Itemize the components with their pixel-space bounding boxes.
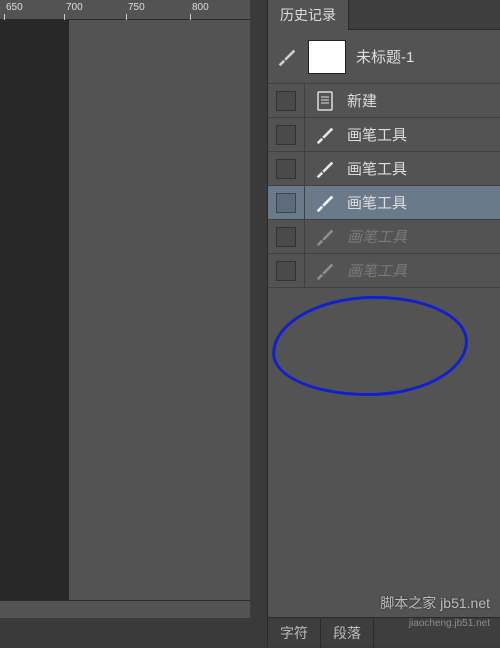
ruler-tick-label: 700 [66, 2, 83, 13]
snapshot-checkbox[interactable] [276, 91, 296, 111]
panel-header: 历史记录 [268, 0, 500, 30]
history-item[interactable]: 画笔工具 [268, 220, 500, 254]
tab-history[interactable]: 历史记录 [268, 0, 349, 30]
snapshot-checkbox[interactable] [276, 193, 296, 213]
history-item-label: 画笔工具 [347, 158, 407, 179]
divider [304, 118, 305, 152]
history-item-label: 画笔工具 [347, 226, 407, 247]
divider [304, 186, 305, 220]
tab-label: 历史记录 [280, 7, 336, 23]
scrollbar-horizontal[interactable] [0, 600, 250, 618]
history-item-label: 新建 [347, 90, 377, 111]
canvas-document[interactable] [0, 20, 68, 600]
brush-icon [313, 191, 337, 215]
brush-icon [313, 123, 337, 147]
history-item-label: 画笔工具 [347, 260, 407, 281]
history-item[interactable]: 画笔工具 [268, 152, 500, 186]
snapshot-checkbox[interactable] [276, 159, 296, 179]
annotation-circle [270, 293, 469, 400]
snapshot-checkbox[interactable] [276, 261, 296, 281]
brush-icon [313, 225, 337, 249]
source-thumbnail [308, 40, 346, 74]
ruler-tick-label: 800 [192, 2, 209, 13]
tab-label: 字符 [280, 625, 308, 641]
divider [304, 220, 305, 254]
history-item-label: 画笔工具 [347, 124, 407, 145]
history-list: 新建 画笔工具 画笔工具 画笔工具 [268, 84, 500, 288]
source-label: 未标题-1 [356, 46, 414, 67]
tab-paragraph[interactable]: 段落 [321, 618, 374, 648]
brush-icon [313, 157, 337, 181]
history-item-label: 画笔工具 [347, 192, 407, 213]
canvas-pasteboard [68, 20, 250, 647]
canvas-area: 650 700 750 800 [0, 0, 250, 647]
history-item[interactable]: 画笔工具 [268, 186, 500, 220]
tab-label: 段落 [333, 625, 361, 641]
canvas-statusbar [0, 618, 250, 647]
history-panel: 历史记录 未标题-1 新建 画笔工具 [267, 0, 500, 647]
tab-character[interactable]: 字符 [268, 618, 321, 648]
snapshot-checkbox[interactable] [276, 227, 296, 247]
document-icon [313, 89, 337, 113]
divider [304, 152, 305, 186]
history-brush-icon [276, 46, 298, 68]
history-source-row[interactable]: 未标题-1 [268, 30, 500, 84]
bottom-tabs: 字符 段落 [268, 617, 500, 647]
ruler-tick-label: 650 [6, 2, 23, 13]
history-item[interactable]: 新建 [268, 84, 500, 118]
divider [304, 254, 305, 288]
history-item[interactable]: 画笔工具 [268, 254, 500, 288]
snapshot-checkbox[interactable] [276, 125, 296, 145]
brush-icon [313, 259, 337, 283]
ruler-horizontal: 650 700 750 800 [0, 0, 250, 20]
ruler-tick-label: 750 [128, 2, 145, 13]
history-item[interactable]: 画笔工具 [268, 118, 500, 152]
divider [304, 84, 305, 118]
